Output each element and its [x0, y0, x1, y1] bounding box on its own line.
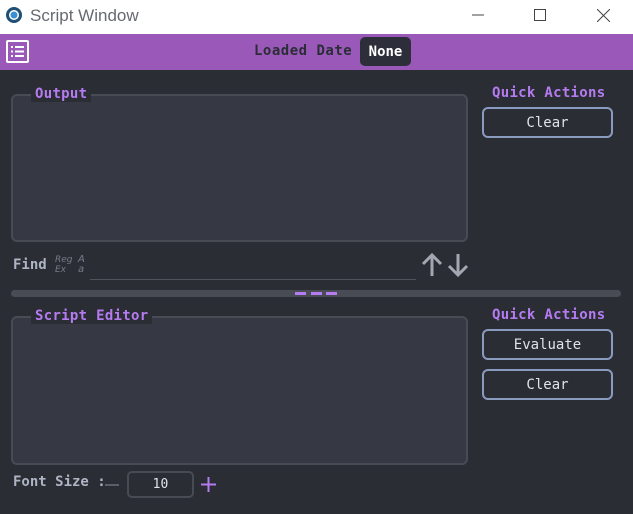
script-editor-panel[interactable]: Script Editor [11, 308, 468, 465]
regex-toggle[interactable]: Reg Ex [55, 255, 73, 277]
menu-list-glyph [11, 46, 24, 57]
match-case-toggle[interactable]: A a [78, 255, 88, 277]
output-clear-button[interactable]: Clear [482, 107, 613, 138]
editor-quick-actions-title: Quick Actions [492, 307, 606, 323]
output-quick-actions-title: Quick Actions [492, 85, 606, 101]
panel-splitter[interactable] [11, 290, 621, 297]
editor-clear-button[interactable]: Clear [482, 369, 613, 400]
plus-icon[interactable] [200, 476, 217, 493]
maximize-button[interactable] [517, 0, 563, 30]
evaluate-button[interactable]: Evaluate [482, 329, 613, 360]
script-editor-legend: Script Editor [31, 308, 153, 324]
maximize-icon [534, 9, 546, 21]
close-button[interactable] [580, 0, 626, 30]
arrow-down-icon[interactable] [446, 252, 470, 278]
window-title: Script Window [30, 6, 139, 25]
loaded-date-value: None [360, 37, 411, 66]
font-size-decrease-button[interactable] [104, 476, 120, 492]
output-panel[interactable]: Output [11, 86, 468, 242]
minimize-icon [472, 14, 484, 16]
menu-list-icon[interactable] [6, 40, 29, 63]
window-titlebar: Script Window [0, 0, 633, 34]
regex-toggle-text: Reg Ex [55, 255, 73, 275]
find-input[interactable] [90, 256, 416, 280]
minus-icon [105, 484, 119, 486]
find-label: Find [13, 257, 47, 273]
output-legend: Output [31, 86, 92, 102]
font-size-value[interactable]: 10 [127, 471, 194, 498]
arrow-up-icon[interactable] [420, 252, 444, 278]
font-size-label: Font Size : [13, 474, 106, 490]
header-bar: Loaded Date None [0, 34, 633, 70]
close-icon [596, 8, 610, 22]
minimize-button[interactable] [455, 0, 501, 30]
splitter-grip-icon [295, 292, 337, 295]
app-logo-icon [6, 7, 22, 23]
match-case-text: A a [78, 254, 85, 275]
loaded-date-label: Loaded Date [254, 43, 353, 59]
